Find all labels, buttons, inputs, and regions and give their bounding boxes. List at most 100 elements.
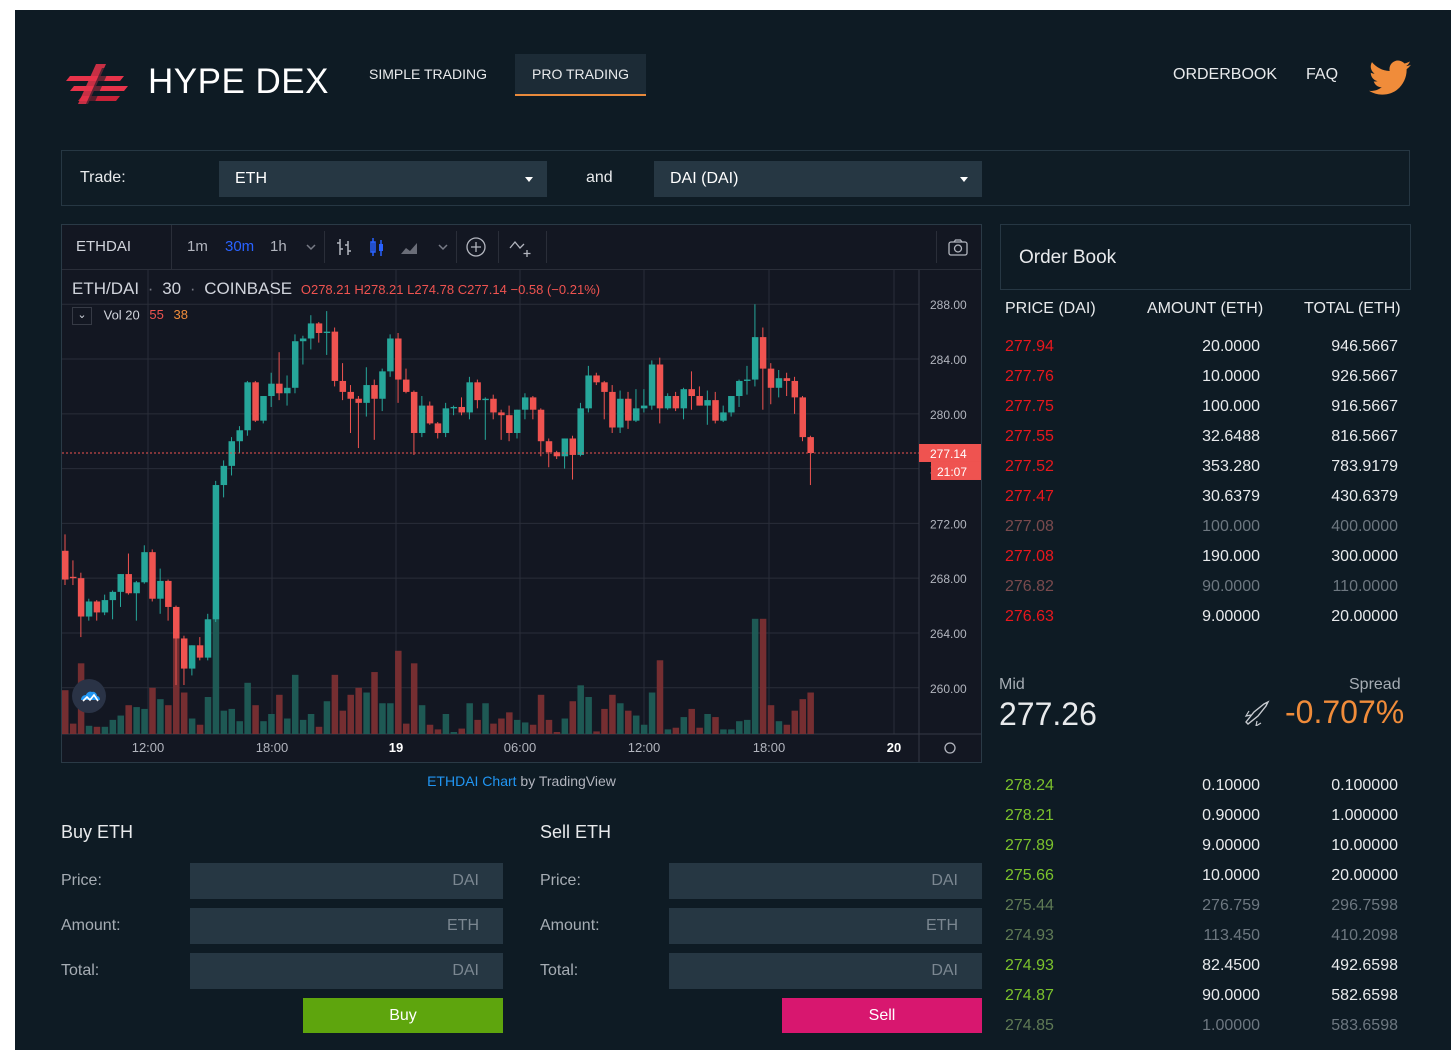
buy-button[interactable]: Buy <box>303 998 503 1033</box>
x-tick-label: 20 <box>887 740 901 755</box>
area-style-icon[interactable] <box>398 235 422 259</box>
collapse-legend-button[interactable]: ⌄ <box>72 307 92 325</box>
order-total: 400.0000 <box>1331 518 1398 535</box>
base-token-select[interactable]: ETH <box>219 161 547 197</box>
candlestick-chart[interactable]: 288.00284.00280.00276.00272.00268.00264.… <box>62 270 981 762</box>
ask-row[interactable]: 276.63 9.00000 20.00000 <box>1005 608 1398 638</box>
ask-row[interactable]: 276.82 90.0000 110.0000 <box>1005 578 1398 608</box>
interval-1h-button[interactable]: 1h <box>270 238 287 255</box>
hype-dex-logo-icon[interactable] <box>62 62 132 106</box>
candles-style-icon[interactable] <box>365 235 389 259</box>
camera-icon[interactable] <box>946 235 970 259</box>
candle-body <box>117 574 125 592</box>
brand-name[interactable]: HYPE DEX <box>148 62 329 102</box>
chevron-down-icon[interactable] <box>431 235 455 259</box>
candle-body <box>466 382 473 413</box>
candle-body <box>315 323 323 334</box>
tradingview-logo-icon[interactable] <box>72 679 106 713</box>
orderbook-link[interactable]: ORDERBOOK <box>1173 66 1277 84</box>
volume-bar <box>759 618 767 734</box>
candle-body <box>712 400 719 421</box>
chevron-down-icon <box>525 177 533 182</box>
order-price: 275.44 <box>1005 897 1054 914</box>
faq-link[interactable]: FAQ <box>1306 66 1338 84</box>
y-tick-label: 260.00 <box>930 682 967 696</box>
volume-bar <box>625 710 632 734</box>
tab-pro-trading[interactable]: PRO TRADING <box>515 54 646 96</box>
ask-row[interactable]: 277.47 30.6379 430.6379 <box>1005 488 1398 518</box>
candle-body <box>442 408 450 433</box>
bars-style-icon[interactable] <box>332 235 356 259</box>
sell-price-label: Price: <box>540 872 581 889</box>
volume-bar <box>180 692 188 734</box>
volume-bar <box>743 719 751 734</box>
x-tick-label: 12:00 <box>132 740 165 755</box>
ask-row[interactable]: 277.52 353.280 783.9179 <box>1005 458 1398 488</box>
ask-row[interactable]: 277.08 100.000 400.0000 <box>1005 518 1398 548</box>
symbol-search-button[interactable]: ETHDAI <box>62 225 172 269</box>
ask-row[interactable]: 277.94 20.0000 946.5667 <box>1005 338 1398 368</box>
order-amount: 1.00000 <box>1202 1017 1260 1034</box>
order-price: 277.89 <box>1005 837 1054 854</box>
volume-legend: ⌄ Vol 20 55 38 <box>72 307 188 325</box>
candle-body <box>593 375 600 383</box>
quote-token-select[interactable]: DAI (DAI) <box>654 161 982 197</box>
candle-body <box>109 591 117 601</box>
candle-body <box>490 398 497 413</box>
sell-button[interactable]: Sell <box>782 998 982 1033</box>
bid-row[interactable]: 278.24 0.10000 0.100000 <box>1005 777 1398 807</box>
add-indicator-icon[interactable] <box>464 235 488 259</box>
candle-body <box>514 409 521 433</box>
mid-label: Mid <box>999 676 1025 693</box>
twitter-icon[interactable] <box>1369 60 1411 96</box>
bid-row[interactable]: 274.93 113.450 410.2098 <box>1005 927 1398 957</box>
sell-total-input[interactable]: DAI <box>669 953 982 989</box>
legend-exchange: COINBASE <box>204 279 293 298</box>
buy-amount-input[interactable]: ETH <box>190 908 503 944</box>
tab-simple-trading[interactable]: SIMPLE TRADING <box>352 54 504 96</box>
order-price: 277.08 <box>1005 518 1054 535</box>
bid-row[interactable]: 275.66 10.0000 20.00000 <box>1005 867 1398 897</box>
bid-row[interactable]: 274.85 1.00000 583.6598 <box>1005 1017 1398 1047</box>
ask-row[interactable]: 277.75 100.000 916.5667 <box>1005 398 1398 428</box>
sell-amount-input[interactable]: ETH <box>669 908 982 944</box>
buy-price-input[interactable]: DAI <box>190 863 503 899</box>
ask-row[interactable]: 277.55 32.6488 816.5667 <box>1005 428 1398 458</box>
sell-price-input[interactable]: DAI <box>669 863 982 899</box>
legend-interval: 30 <box>162 279 182 298</box>
chevron-down-icon <box>960 177 968 182</box>
bid-row[interactable]: 277.89 9.00000 10.00000 <box>1005 837 1398 867</box>
buy-total-input[interactable]: DAI <box>190 953 503 989</box>
chevron-down-icon[interactable] <box>299 235 323 259</box>
legend-ohlc: O278.21 H278.21 L274.78 C277.14 −0.58 (−… <box>300 282 601 297</box>
mid-price: 277.26 <box>999 696 1097 732</box>
interval-1m-button[interactable]: 1m <box>187 238 208 255</box>
volume-bar <box>379 703 386 734</box>
bid-row[interactable]: 275.44 276.759 296.7598 <box>1005 897 1398 927</box>
candle-body <box>180 638 188 669</box>
candle-body <box>577 408 584 455</box>
ask-row[interactable]: 277.08 190.000 300.0000 <box>1005 548 1398 578</box>
volume-bar <box>609 694 616 734</box>
volume-bar <box>514 719 521 734</box>
trade-pair-bar: Trade: ETH and DAI (DAI) <box>61 150 1410 206</box>
volume-bar <box>545 719 553 734</box>
ask-row[interactable]: 277.76 10.0000 926.5667 <box>1005 368 1398 398</box>
volume-bar <box>347 694 354 734</box>
volume-bar <box>783 724 791 734</box>
volume-bar <box>363 692 370 734</box>
chart-credit-link[interactable]: ETHDAI Chart <box>427 773 516 789</box>
candle-body <box>743 379 751 381</box>
interval-30m-button[interactable]: 30m <box>225 238 254 255</box>
candle-body <box>799 397 806 438</box>
bid-row[interactable]: 278.21 0.90000 1.000000 <box>1005 807 1398 837</box>
compare-icon[interactable] <box>508 235 532 259</box>
volume-bar <box>529 724 537 734</box>
bid-row[interactable]: 274.87 90.0000 582.6598 <box>1005 987 1398 1017</box>
candle-body <box>656 364 664 409</box>
volume-bar <box>315 726 323 734</box>
volume-bar <box>141 708 148 734</box>
bid-row[interactable]: 274.93 82.4500 492.6598 <box>1005 957 1398 987</box>
volume-bar <box>664 729 672 734</box>
candle-body <box>347 391 354 399</box>
